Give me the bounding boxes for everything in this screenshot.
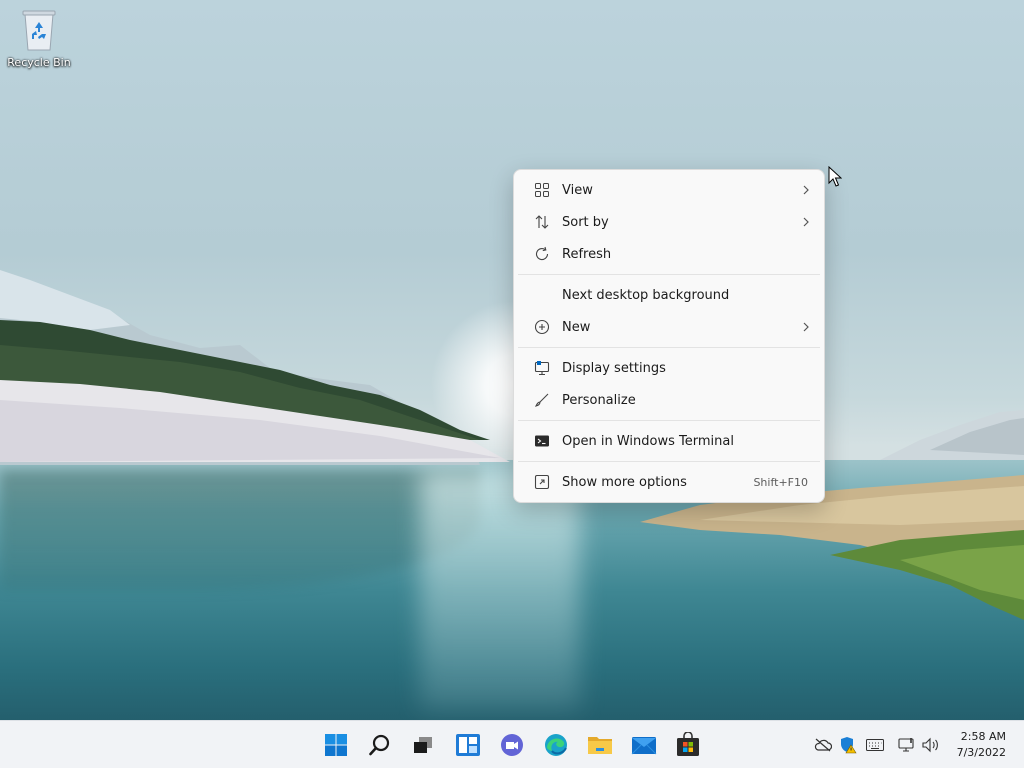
menu-separator (518, 420, 820, 421)
desktop-background[interactable]: Recycle Bin (0, 0, 1024, 720)
chevron-right-icon (792, 185, 820, 195)
taskbar: 2:58 AM 7/3/2022 (0, 720, 1024, 768)
edge-icon (545, 734, 567, 756)
landscape-illustration (0, 270, 1024, 620)
menu-item-new[interactable]: New (518, 311, 820, 343)
menu-item-next-desktop-background[interactable]: Next desktop background (518, 279, 820, 311)
menu-item-label: Show more options (562, 474, 687, 490)
mouse-cursor-icon (828, 166, 842, 187)
chevron-right-icon (792, 322, 820, 332)
desktop-icon-label: Recycle Bin (7, 56, 71, 69)
network-icon[interactable] (897, 735, 917, 755)
expand-icon (518, 474, 562, 490)
start-icon (325, 734, 347, 756)
system-clock[interactable]: 2:58 AM 7/3/2022 (957, 729, 1006, 761)
store-button[interactable] (671, 728, 705, 762)
edge-button[interactable] (539, 728, 573, 762)
desktop-icon-recycle-bin[interactable]: Recycle Bin (4, 8, 74, 69)
refresh-icon (518, 246, 562, 262)
menu-item-label: Next desktop background (562, 287, 730, 303)
menu-item-display-settings[interactable]: Display settings (518, 352, 820, 384)
start-button[interactable] (319, 728, 353, 762)
menu-item-refresh[interactable]: Refresh (518, 238, 820, 270)
menu-separator (518, 274, 820, 275)
sort-icon (518, 214, 562, 230)
task-view-button[interactable] (406, 728, 440, 762)
file-explorer-button[interactable] (583, 728, 617, 762)
mail-button[interactable] (627, 728, 661, 762)
grid-icon (518, 182, 562, 198)
menu-item-personalize[interactable]: Personalize (518, 384, 820, 416)
menu-separator (518, 461, 820, 462)
search-button[interactable] (363, 728, 397, 762)
menu-item-label: Refresh (562, 246, 612, 262)
desktop-context-menu: View Sort by Refresh Next desktop backgr… (513, 169, 825, 503)
mail-icon (631, 737, 657, 755)
menu-item-view[interactable]: View (518, 174, 820, 206)
clock-time: 2:58 AM (960, 730, 1006, 743)
chat-button[interactable] (495, 728, 529, 762)
store-icon (677, 732, 699, 756)
recycle-bin-icon (20, 8, 58, 52)
shortcut-label: Shift+F10 (753, 475, 808, 489)
display-icon (518, 360, 562, 376)
menu-item-sort-by[interactable]: Sort by (518, 206, 820, 238)
widgets-icon (456, 734, 480, 756)
menu-item-label: Open in Windows Terminal (562, 433, 734, 449)
menu-item-label: Display settings (562, 360, 666, 376)
menu-item-label: View (562, 182, 593, 198)
menu-item-label: Sort by (562, 214, 609, 230)
clock-date: 7/3/2022 (956, 746, 1006, 759)
security-icon[interactable] (838, 735, 858, 755)
onedrive-icon[interactable] (813, 735, 833, 755)
menu-item-label: Personalize (562, 392, 636, 408)
menu-item-open-in-windows-terminal[interactable]: Open in Windows Terminal (518, 425, 820, 457)
task-view-icon (414, 737, 432, 753)
keyboard-icon[interactable] (865, 735, 885, 755)
menu-item-label: New (562, 319, 591, 335)
volume-icon[interactable] (921, 735, 941, 755)
chat-icon (501, 734, 523, 756)
menu-item-show-more-options[interactable]: Show more options Shift+F10 (518, 466, 820, 498)
menu-separator (518, 347, 820, 348)
chevron-right-icon (792, 217, 820, 227)
terminal-icon (518, 433, 562, 449)
file-explorer-icon (588, 737, 612, 754)
widgets-button[interactable] (451, 728, 485, 762)
brush-icon (518, 392, 562, 408)
plus-circle-icon (518, 319, 562, 335)
search-icon (369, 734, 390, 756)
